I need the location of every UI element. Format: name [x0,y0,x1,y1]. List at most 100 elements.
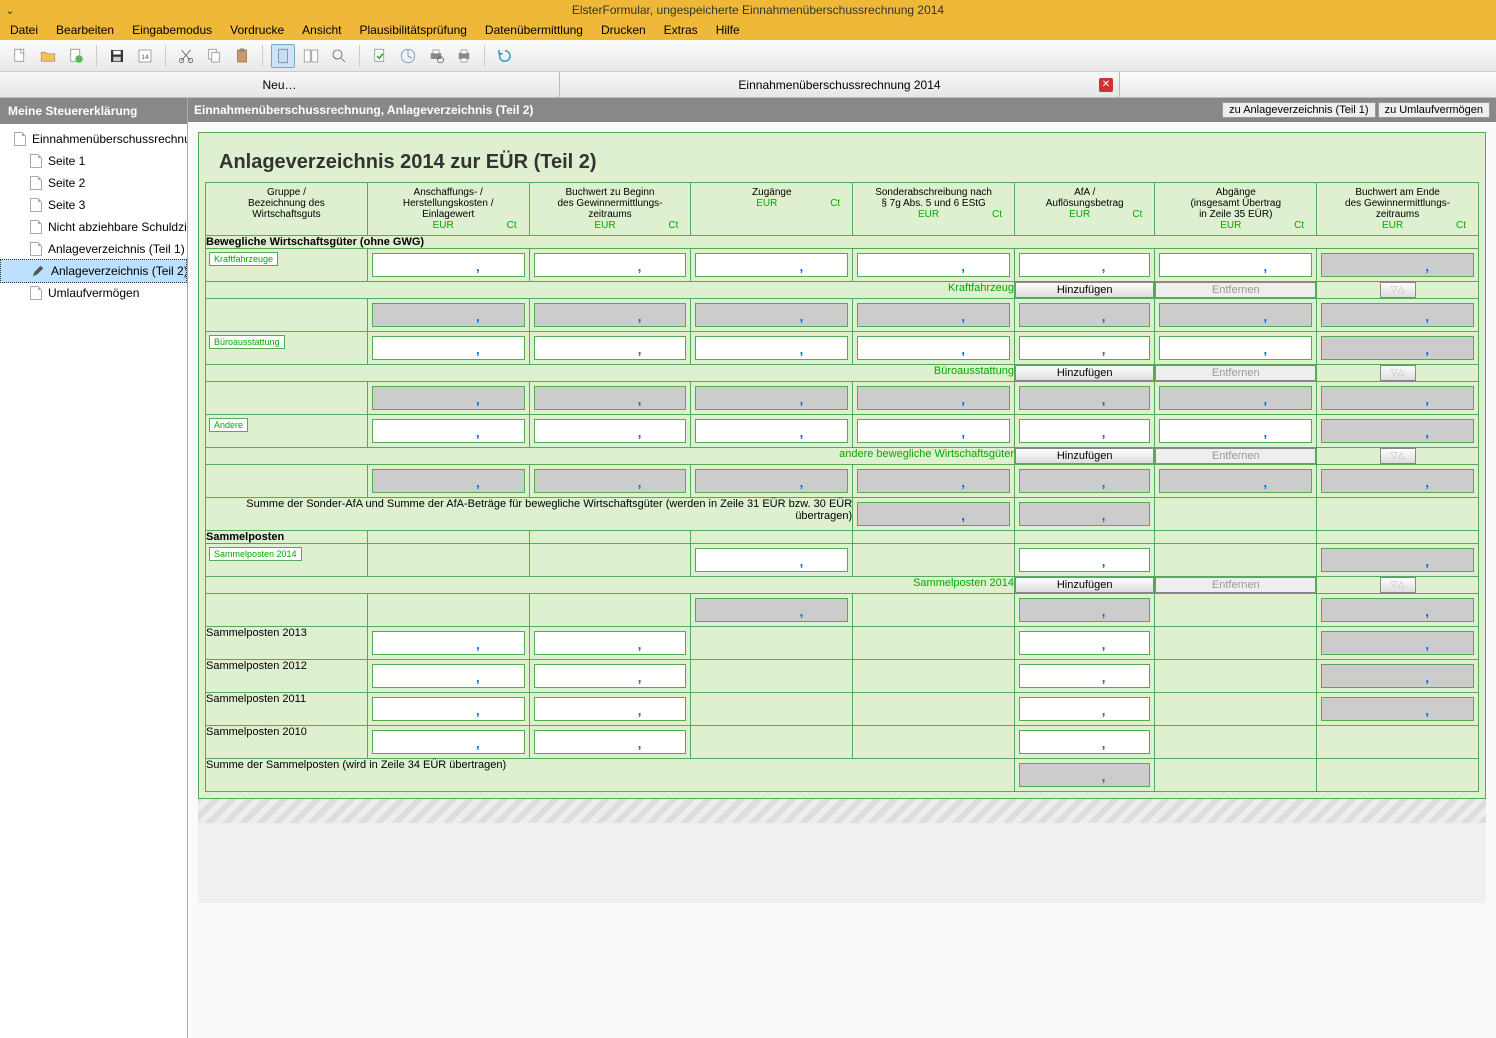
new-file-icon[interactable] [8,44,32,68]
col-zugaenge: ZugängeEURCt [691,183,853,236]
input-andere-sonderafa[interactable]: , [857,419,1010,443]
page-view-icon[interactable] [271,44,295,68]
input-kfz-sonderafa[interactable]: , [857,253,1010,277]
btn-buero-add[interactable]: Hinzufügen [1015,365,1154,381]
menu-bearbeiten[interactable]: Bearbeiten [56,23,114,37]
input-sp2013-anschaffung[interactable]: , [372,631,525,655]
input-sp2011-afa[interactable]: , [1019,697,1150,721]
sum-kfz-c7: , [1159,303,1312,327]
zoom-icon[interactable] [327,44,351,68]
copy-icon[interactable] [202,44,226,68]
btn-buero-reorder[interactable]: ▽△ [1380,365,1416,381]
tree-seite-3[interactable]: Seite 3 [0,194,187,216]
btn-buero-del[interactable]: Entfernen [1155,365,1316,381]
validate-icon[interactable] [368,44,392,68]
send-icon[interactable] [396,44,420,68]
input-buero-buchwert-beginn[interactable]: , [534,336,687,360]
input-sp2010-afa[interactable]: , [1019,730,1150,754]
btn-sp2014-del[interactable]: Entfernen [1155,577,1316,593]
form-scroll-area[interactable]: Anlageverzeichnis 2014 zur EÜR (Teil 2) … [188,122,1496,1038]
row-sp2012: Sammelposten 2012 , , , , [206,660,1479,693]
open-folder-icon[interactable] [36,44,60,68]
btn-andere-del[interactable]: Entfernen [1155,448,1316,464]
btn-sp2014-add[interactable]: Hinzufügen [1015,577,1154,593]
menu-extras[interactable]: Extras [664,23,698,37]
print-preview-icon[interactable] [424,44,448,68]
nav-next-button[interactable]: zu Umlaufvermögen [1378,102,1490,118]
input-sp2014-afa[interactable]: , [1019,548,1150,572]
input-sp2011-buchwert-beginn[interactable]: , [534,697,687,721]
row-buero-sum: , , , , , , , [206,382,1479,415]
btn-sp2014-reorder[interactable]: ▽△ [1380,577,1416,593]
menu-datenuebermittlung[interactable]: Datenübermittlung [485,23,583,37]
btn-kfz-del[interactable]: Entfernen [1155,282,1316,298]
menu-hilfe[interactable]: Hilfe [716,23,740,37]
menu-eingabemodus[interactable]: Eingabemodus [132,23,212,37]
input-kfz-anschaffung[interactable]: , [372,253,525,277]
btn-kfz-add[interactable]: Hinzufügen [1015,282,1154,298]
sum-andere-c6: , [1019,469,1150,493]
tag-kfz: Kraftfahrzeuge [209,252,278,266]
content-header: Einnahmenüberschussrechnung, Anlageverze… [188,98,1496,122]
tree-root-euer[interactable]: Einnahmenüberschussrechnung [0,128,187,150]
tab-close-icon[interactable]: ✕ [1099,78,1113,92]
import-data-icon[interactable] [64,44,88,68]
input-buero-sonderafa[interactable]: , [857,336,1010,360]
input-andere-anschaffung[interactable]: , [372,419,525,443]
tab-euer-2014[interactable]: Einnahmenüberschussrechnung 2014 ✕ [560,72,1120,97]
input-andere-buchwert-beginn[interactable]: , [534,419,687,443]
btn-andere-add[interactable]: Hinzufügen [1015,448,1154,464]
input-sp2010-anschaffung[interactable]: , [372,730,525,754]
menu-drucken[interactable]: Drucken [601,23,646,37]
input-andere-zugaenge[interactable]: , [695,419,848,443]
input-andere-afa[interactable]: , [1019,419,1150,443]
input-sp2014-zugaenge[interactable]: , [695,548,848,572]
input-sp2013-afa[interactable]: , [1019,631,1150,655]
input-buero-zugaenge[interactable]: , [695,336,848,360]
input-buero-afa[interactable]: , [1019,336,1150,360]
input-kfz-abgaenge[interactable]: , [1159,253,1312,277]
menu-ansicht[interactable]: Ansicht [302,23,341,37]
save-icon[interactable] [105,44,129,68]
app-menu-chevron[interactable]: ⌄ [0,4,20,17]
cut-icon[interactable] [174,44,198,68]
nav-prev-button[interactable]: zu Anlageverzeichnis (Teil 1) [1222,102,1375,118]
tree-seite-1[interactable]: Seite 1 [0,150,187,172]
menu-datei[interactable]: Datei [10,23,38,37]
sum-kfz-c4: , [695,303,848,327]
tree-schuldzinsen[interactable]: Nicht abziehbare Schuldzin… [0,216,187,238]
input-andere-abgaenge[interactable]: , [1159,419,1312,443]
two-page-view-icon[interactable] [299,44,323,68]
tree-umlaufvermoegen[interactable]: Umlaufvermögen [0,282,187,304]
input-sp2011-anschaffung[interactable]: , [372,697,525,721]
col-buchwert-ende: Buchwert am Ende des Gewinnermittlungs- … [1317,183,1479,236]
menu-vordrucke[interactable]: Vordrucke [230,23,284,37]
sidebar: Meine Steuererklärung Einnahmenüberschus… [0,98,188,1038]
btn-andere-reorder[interactable]: ▽△ [1380,448,1416,464]
tag-sp2014: Sammelposten 2014 [209,547,302,561]
input-sp2010-buchwert-beginn[interactable]: , [534,730,687,754]
tree-anlageverz-teil-1[interactable]: Anlageverzeichnis (Teil 1) [0,238,187,260]
save-calendar-icon[interactable]: 14 [133,44,157,68]
input-sp2012-afa[interactable]: , [1019,664,1150,688]
refresh-icon[interactable] [493,44,517,68]
btn-kfz-reorder[interactable]: ▽△ [1380,282,1416,298]
sum-buero-c8: , [1321,386,1474,410]
input-sp2013-buchwert-beginn[interactable]: , [534,631,687,655]
sum-buero-c4: , [695,386,848,410]
input-kfz-buchwert-beginn[interactable]: , [534,253,687,277]
input-buero-anschaffung[interactable]: , [372,336,525,360]
print-icon[interactable] [452,44,476,68]
tree-seite-2[interactable]: Seite 2 [0,172,187,194]
label-buero: Büroausstattung [934,365,1014,377]
tab-new[interactable]: Neu… [0,72,560,97]
menu-plausibilitaet[interactable]: Plausibilitätsprüfung [360,23,467,37]
input-kfz-zugaenge[interactable]: , [695,253,848,277]
input-buero-abgaenge[interactable]: , [1159,336,1312,360]
paste-icon[interactable] [230,44,254,68]
tree-anlageverz-teil-2[interactable]: Anlageverzeichnis (Teil 2) [0,259,187,283]
row-sp2014-actions: Sammelposten 2014 Hinzufügen Entfernen ▽… [206,577,1479,594]
input-sp2012-anschaffung[interactable]: , [372,664,525,688]
input-kfz-afa[interactable]: , [1019,253,1150,277]
input-sp2012-buchwert-beginn[interactable]: , [534,664,687,688]
